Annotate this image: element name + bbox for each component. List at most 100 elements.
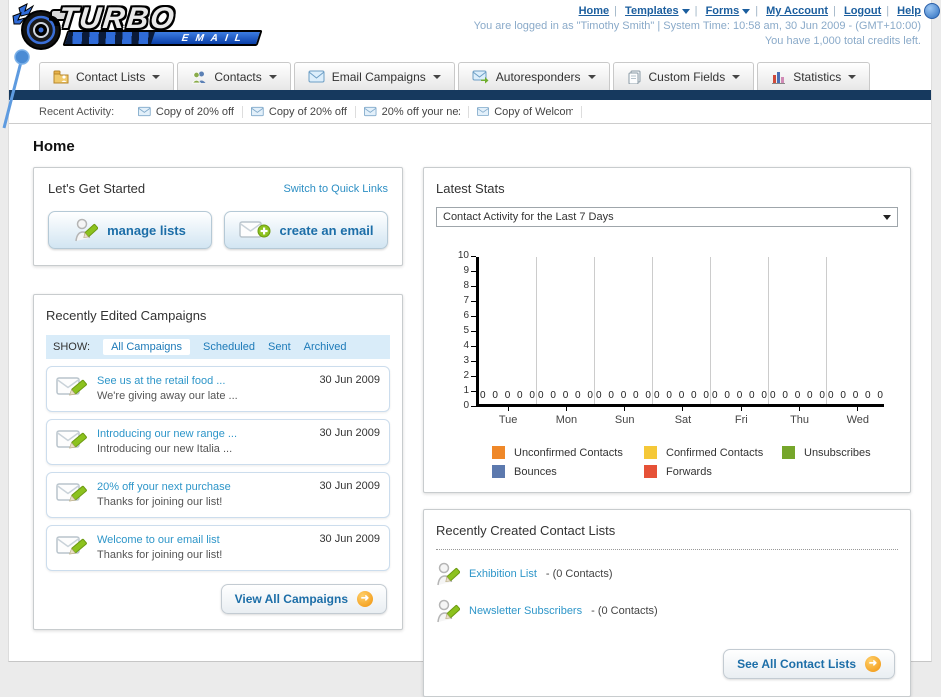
envelope-pencil-icon <box>56 377 87 396</box>
tab-label: Contacts <box>214 69 262 84</box>
see-all-contact-lists-button[interactable]: See All Contact Lists ➜ <box>723 649 895 679</box>
recent-activity-item[interactable]: 20% off your next p <box>356 105 470 118</box>
switch-quick-links-link[interactable]: Switch to Quick Links <box>283 183 388 195</box>
campaigns-panel: Recently Edited Campaigns SHOW: All Camp… <box>33 294 403 630</box>
nav-link-help[interactable]: Help <box>897 5 921 17</box>
get-started-panel: Let's Get Started Switch to Quick Links … <box>33 167 403 266</box>
chart-value-labels: 0 0 0 0 0 <box>538 390 593 401</box>
tab-autoresponders[interactable]: Autoresponders <box>457 62 610 90</box>
x-tick-mark <box>740 407 742 411</box>
y-tick-label: 3 <box>463 355 469 366</box>
contact-list-link[interactable]: Exhibition List <box>469 568 537 580</box>
credits-status: You have 1,000 total credits left. <box>764 35 921 47</box>
create-email-button[interactable]: create an email <box>224 211 388 249</box>
chart-value-labels: 0 0 0 0 0 <box>596 390 651 401</box>
nav-link-forms[interactable]: Forms <box>706 5 740 17</box>
y-tick-mark <box>471 361 476 362</box>
chevron-down-icon <box>732 74 741 79</box>
view-all-campaigns-button[interactable]: View All Campaigns ➜ <box>220 584 387 614</box>
envelope-icon <box>251 106 264 117</box>
tab-custom-fields[interactable]: Custom Fields <box>612 62 755 90</box>
recent-activity-item[interactable]: Copy of Welcome to <box>469 105 583 118</box>
y-tick-label: 8 <box>463 280 469 291</box>
campaign-item[interactable]: Introducing our new range ... Introducin… <box>46 419 390 465</box>
main-content: Home Let's Get Started Switch to Quick L… <box>9 124 931 697</box>
campaign-item[interactable]: Welcome to our email list Thanks for joi… <box>46 525 390 571</box>
x-tick-label: Tue <box>479 407 537 426</box>
contact-list-link[interactable]: Newsletter Subscribers <box>469 605 582 617</box>
legend-item: Confirmed Contacts <box>644 446 782 459</box>
y-tick-mark <box>471 406 476 407</box>
envelope-arrow-icon <box>472 70 489 83</box>
page-container: TURBO EMAIL Home | Templates | Forms | My A… <box>2 0 940 697</box>
recent-activity-item[interactable]: Copy of 20% off yo <box>243 105 357 118</box>
y-tick-mark <box>471 316 476 317</box>
campaign-date: 30 Jun 2009 <box>319 374 380 386</box>
campaign-item[interactable]: See us at the retail food ... We're givi… <box>46 366 390 412</box>
stats-period-dropdown[interactable]: Contact Activity for the Last 7 Days <box>436 207 898 227</box>
y-tick-mark <box>471 301 476 302</box>
campaign-subtitle: Thanks for joining our list! <box>97 496 223 508</box>
y-tick-label: 10 <box>457 250 469 261</box>
campaign-subtitle: Introducing our new Italia ... <box>97 443 233 455</box>
chart-y-axis: 0 1 2 3 4 5 6 7 8 9 10 <box>450 251 476 411</box>
legend-label: Unconfirmed Contacts <box>514 446 623 459</box>
chart-column-sun: 0 0 0 0 0 <box>595 257 653 404</box>
tab-contacts[interactable]: Contacts <box>177 62 291 90</box>
tab-label: Custom Fields <box>648 69 726 84</box>
x-tick-label: Wed <box>829 407 887 426</box>
envelope-icon <box>364 106 377 117</box>
person-pencil-icon <box>437 599 460 623</box>
campaign-title-link[interactable]: 20% off your next purchase <box>97 480 310 495</box>
contact-list-item[interactable]: Exhibition List - (0 Contacts) <box>436 561 898 587</box>
contact-list-item[interactable]: Newsletter Subscribers - (0 Contacts) <box>436 598 898 624</box>
main-nav-tabs: Contact Lists Contacts Email Campaigns A… <box>9 62 931 90</box>
tab-label: Email Campaigns <box>331 69 426 84</box>
filter-all-campaigns[interactable]: All Campaigns <box>103 339 190 355</box>
chart-value-labels: 0 0 0 0 0 <box>712 390 767 401</box>
nav-link-logout[interactable]: Logout <box>844 5 881 17</box>
top-nav: Home | Templates | Forms | My Account | Logo… <box>578 5 921 17</box>
callout-marker-right <box>924 3 940 19</box>
stats-period-value: Contact Activity for the Last 7 Days <box>443 211 614 223</box>
x-tick-label: Sun <box>596 407 654 426</box>
filter-archived[interactable]: Archived <box>304 341 347 353</box>
y-tick-label: 6 <box>463 310 469 321</box>
nav-link-home[interactable]: Home <box>579 5 610 17</box>
legend-swatch <box>492 446 505 459</box>
y-tick-mark <box>471 376 476 377</box>
chart-value-labels: 0 0 0 0 0 <box>770 390 825 401</box>
nav-link-my-account[interactable]: My Account <box>766 5 828 17</box>
campaign-item[interactable]: 20% off your next purchase Thanks for jo… <box>46 472 390 518</box>
campaign-title-link[interactable]: See us at the retail food ... <box>97 374 310 389</box>
legend-swatch <box>644 465 657 478</box>
chart-column-wed: 0 0 0 0 0 <box>827 257 884 404</box>
chevron-down-icon <box>587 74 596 79</box>
manage-lists-button[interactable]: manage lists <box>48 211 212 249</box>
tab-contact-lists[interactable]: Contact Lists <box>39 62 175 90</box>
tab-statistics[interactable]: Statistics <box>757 62 871 90</box>
y-tick-label: 7 <box>463 295 469 306</box>
nav-link-templates[interactable]: Templates <box>625 5 679 17</box>
chart-legend: Unconfirmed Contacts Confirmed Contacts Un… <box>492 446 898 478</box>
chart-plot: 0 0 0 0 00 0 0 0 00 0 0 0 00 0 0 0 00 0 … <box>476 257 884 407</box>
campaign-title-link[interactable]: Introducing our new range ... <box>97 427 310 442</box>
legend-swatch <box>492 465 505 478</box>
get-started-title: Let's Get Started <box>48 181 146 196</box>
turbo-email-logo[interactable]: TURBO EMAIL <box>11 2 263 54</box>
y-tick-label: 0 <box>463 400 469 411</box>
legend-item: Bounces <box>492 465 644 478</box>
legend-label: Forwards <box>666 465 712 478</box>
login-status: You are logged in as "Timothy Smith" | S… <box>473 20 921 32</box>
logo-text: TURBO EMAIL <box>57 2 263 46</box>
legend-label: Bounces <box>514 465 557 478</box>
y-tick-label: 5 <box>463 325 469 336</box>
show-label: SHOW: <box>53 341 91 353</box>
filter-sent[interactable]: Sent <box>268 341 291 353</box>
latest-stats-panel: Latest Stats Contact Activity for the La… <box>423 167 911 493</box>
tab-email-campaigns[interactable]: Email Campaigns <box>293 62 455 90</box>
chevron-down-icon <box>432 74 441 79</box>
campaign-title-link[interactable]: Welcome to our email list <box>97 533 310 548</box>
filter-scheduled[interactable]: Scheduled <box>203 341 255 353</box>
recent-activity-item[interactable]: Copy of 20% off yo <box>130 105 244 118</box>
